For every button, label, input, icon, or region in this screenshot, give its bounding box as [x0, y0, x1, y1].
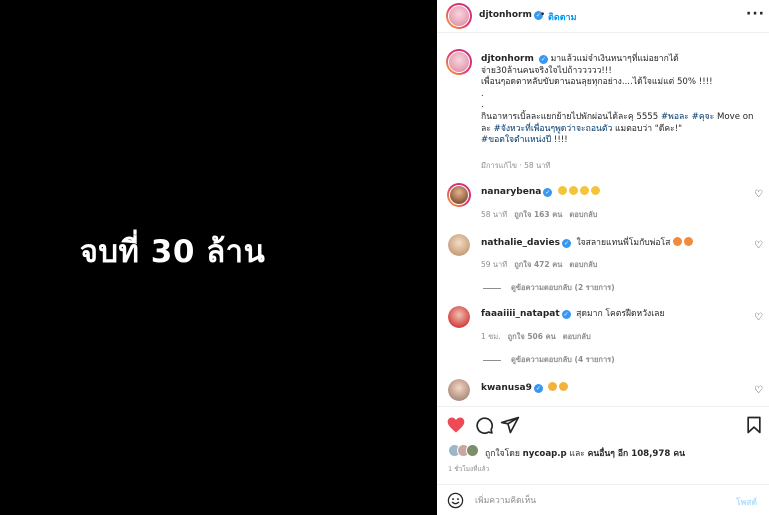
post-header: djtonhorm ✓ • ติดตาม ···	[437, 0, 769, 33]
comment-time: 59 นาที	[481, 260, 508, 269]
send-icon[interactable]	[500, 415, 520, 435]
comment-item: nanarybena ✓ 58 นาที ถูกใจ 163 คน ตอบกลับ ♡	[437, 183, 769, 223]
avatar[interactable]	[448, 379, 470, 401]
avatar[interactable]	[446, 49, 472, 75]
heart-outline-icon[interactable]: ♡	[754, 312, 763, 323]
emoji-icon	[548, 382, 558, 391]
likes-others-link[interactable]: คนอื่นๆ อีก 108,978 คน	[588, 449, 685, 459]
bookmark-icon[interactable]	[744, 415, 764, 435]
reply-button[interactable]: ตอบกลับ	[563, 332, 591, 341]
comment-username[interactable]: nathalie_davies	[481, 238, 560, 248]
emoji-icon	[579, 186, 589, 195]
heart-outline-icon[interactable]: ♡	[754, 385, 763, 396]
caption-text: แมตอบว่า "ดีคะ!"	[612, 123, 683, 134]
post-timestamp[interactable]: 1 ชั่วโมงที่แล้ว	[448, 464, 489, 474]
caption-username[interactable]: djtonhorm	[481, 54, 534, 64]
comment-time: 58 นาที	[481, 210, 508, 219]
comment-item: kwanusa9 ✓ ♡	[437, 379, 769, 403]
more-horizontal-icon[interactable]: ···	[746, 6, 765, 22]
emoji-icon	[557, 186, 567, 195]
hashtag-link[interactable]: #คุจะ	[692, 112, 715, 122]
verified-icon: ✓	[561, 239, 571, 248]
emoji-icon	[568, 186, 578, 195]
caption-line: .	[481, 88, 484, 99]
comment-likes[interactable]: ถูกใจ 472 คน	[514, 260, 562, 269]
comment-username[interactable]: nanarybena	[481, 187, 541, 197]
comment-time: 1 ชม.	[481, 332, 501, 341]
caption-line: .	[481, 100, 484, 111]
likes-prefix: ถูกใจโดย	[485, 449, 523, 459]
caption-line: จ่าย30ล้านคนจริงใจไปถ้าววววว!!!	[481, 65, 612, 76]
verified-icon: ✓	[533, 384, 543, 393]
comment-likes[interactable]: ถูกใจ 506 คน	[508, 332, 556, 341]
likes-summary: ถูกใจโดย nycoap.p และ คนอื่นๆ อีก 108,97…	[448, 443, 768, 459]
comment-meta: 1 ชม. ถูกใจ 506 คน ตอบกลับ	[481, 331, 598, 343]
comment-text: ใจสลายแทนพี่โมกับพ่อโส	[576, 238, 671, 248]
emoji-icon	[590, 186, 600, 195]
divider	[437, 484, 769, 485]
header-username[interactable]: djtonhorm	[479, 10, 532, 20]
comment-input[interactable]	[475, 494, 715, 508]
comment-username[interactable]: kwanusa9	[481, 383, 532, 393]
media-text: จบที่ 30 ล้าน	[79, 234, 266, 270]
heart-filled-icon[interactable]	[446, 415, 466, 435]
follow-button[interactable]: ติดตาม	[548, 10, 577, 24]
smiley-icon[interactable]	[447, 492, 464, 509]
verified-icon: ✓	[538, 55, 548, 64]
liker-username[interactable]: nycoap.p	[523, 449, 567, 459]
reply-button[interactable]: ตอบกลับ	[569, 210, 597, 219]
separator-dot: •	[540, 10, 546, 20]
emoji-icon	[559, 382, 569, 391]
caption: djtonhorm ✓ มาแล้วแม่จ๋าเงินหนาๆที่แม่อยา…	[481, 54, 761, 147]
view-replies-label: ดูข้อความตอบกลับ (4 รายการ)	[511, 355, 615, 364]
verified-icon: ✓	[561, 310, 571, 319]
caption-text: !!!!	[551, 135, 568, 146]
comment-text: สุดมาก โคตรฝืดหวังเลย	[576, 309, 665, 319]
emoji-icon	[673, 237, 683, 246]
avatar[interactable]	[448, 306, 470, 328]
hashtag-link[interactable]: #ขอตใจตำแหน่งปี	[481, 135, 551, 145]
post-side-panel: djtonhorm ✓ • ติดตาม ··· djtonhorm ✓ มาแล้…	[437, 0, 769, 515]
caption-line: เพื่อนๆอดตาหลับขับดานอนลุยทุกอย่าง....ได…	[481, 77, 713, 88]
avatar[interactable]	[447, 183, 471, 207]
divider-line	[483, 359, 501, 361]
view-replies-button[interactable]: ดูข้อความตอบกลับ (2 รายการ)	[483, 282, 615, 294]
comment-meta: 58 นาที ถูกใจ 163 คน ตอบกลับ	[481, 209, 604, 221]
heart-outline-icon[interactable]: ♡	[754, 240, 763, 251]
verified-icon: ✓	[543, 188, 553, 197]
hashtag-link[interactable]: #จังหวะที่เพื่อนๆพูดว่าจะถอนตัว	[494, 124, 613, 134]
caption-line: มาแล้วแม่จ๋าเงินหนาๆที่แม่อยากได้	[550, 54, 679, 64]
caption-text: กินอาหารเบิ้ลละแยกย้ายไปพักผ่อนได้ละคุ 5…	[481, 111, 661, 122]
hashtag-link[interactable]: #พอละ	[661, 112, 689, 122]
view-replies-button[interactable]: ดูข้อความตอบกลับ (4 รายการ)	[483, 354, 615, 366]
view-replies-label: ดูข้อความตอบกลับ (2 รายการ)	[511, 283, 615, 292]
comment-username[interactable]: faaaiiii_natapat	[481, 309, 560, 319]
comment-likes[interactable]: ถูกใจ 163 คน	[514, 210, 562, 219]
comment-item: nathalie_davies ✓ ใจสลายแทนพี่โมกับพ่อโส …	[437, 234, 769, 294]
divider-line	[483, 287, 501, 289]
emoji-icon	[684, 237, 694, 246]
comment-meta: 59 นาที ถูกใจ 472 คน ตอบกลับ	[481, 259, 604, 271]
heart-outline-icon[interactable]: ♡	[754, 189, 763, 200]
avatar[interactable]	[448, 234, 470, 256]
avatar[interactable]	[446, 3, 472, 29]
comment-item: faaaiiii_natapat ✓ สุดมาก โคตรฝืดหวังเลย …	[437, 306, 769, 366]
likes-middle: และ	[566, 449, 588, 459]
avatar	[466, 444, 479, 457]
post-media[interactable]: จบที่ 30 ล้าน	[0, 0, 437, 515]
reply-button[interactable]: ตอบกลับ	[569, 260, 597, 269]
divider	[437, 406, 769, 407]
comment-icon[interactable]	[474, 415, 494, 435]
post-comment-button[interactable]: โพสต์	[736, 495, 757, 509]
caption-meta: มีการแก้ไข · 58 นาที	[481, 161, 551, 170]
